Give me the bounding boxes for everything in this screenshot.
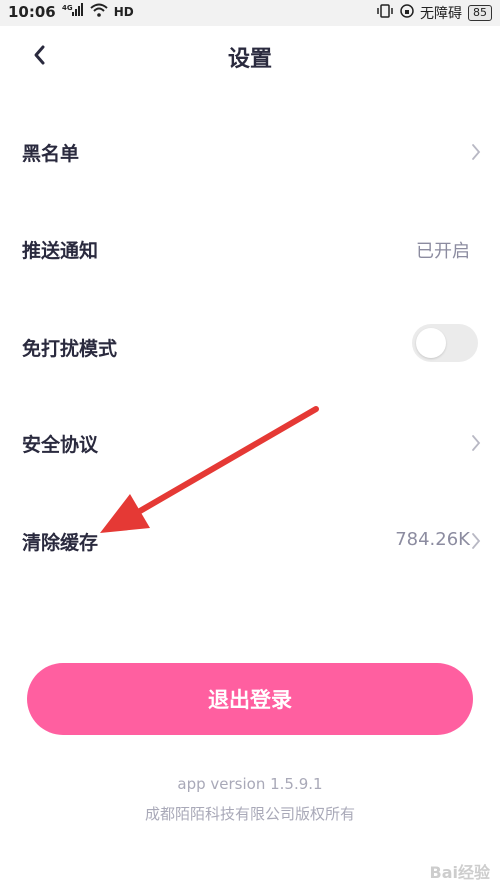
status-bar-right: 无障碍 85 <box>376 3 492 23</box>
accessibility-label: 无障碍 <box>420 6 462 22</box>
status-time: 10:06 <box>8 3 56 21</box>
wifi-icon <box>90 3 108 21</box>
page-header: 设置 <box>0 26 500 86</box>
page-title: 设置 <box>227 47 272 72</box>
copyright-text: 成都陌陌科技有限公司版权所有 <box>144 805 355 823</box>
clear-cache-label: 清除缓存 <box>22 532 99 554</box>
security-agreement-label: 安全协议 <box>22 434 99 456</box>
status-bar-left: 10:06 4G HD <box>8 3 134 21</box>
settings-row-clear-cache[interactable]: 清除缓存 784.26K <box>0 516 500 566</box>
battery-indicator: 85 <box>468 5 492 21</box>
chevron-right-icon <box>472 144 481 160</box>
signal-type-label: 4G <box>62 4 73 12</box>
toggle-knob <box>416 328 446 358</box>
settings-row-push-notification[interactable]: 推送通知 已开启 <box>0 224 500 274</box>
settings-row-do-not-disturb: 免打扰模式 <box>0 321 500 371</box>
vibrate-icon <box>376 4 394 22</box>
cache-size-value: 784.26K <box>395 529 470 550</box>
rotation-lock-icon <box>400 4 414 22</box>
hd-icon: HD <box>113 5 134 19</box>
push-notification-status: 已开启 <box>416 241 470 262</box>
push-notification-label: 推送通知 <box>22 240 99 262</box>
settings-row-blacklist[interactable]: 黑名单 <box>0 127 500 177</box>
do-not-disturb-toggle[interactable] <box>412 324 478 362</box>
chevron-right-icon <box>472 435 481 451</box>
cellular-signal-icon: 4G <box>62 3 84 21</box>
watermark-logo: Bai经验 <box>429 863 490 882</box>
do-not-disturb-label: 免打扰模式 <box>22 338 118 360</box>
settings-row-security-agreement[interactable]: 安全协议 <box>0 418 500 468</box>
status-bar: 10:06 4G HD 无障碍 85 <box>0 0 500 26</box>
logout-button[interactable]: 退出登录 <box>27 663 473 735</box>
app-version-text: app version 1.5.9.1 <box>177 775 323 793</box>
chevron-right-icon <box>472 533 481 549</box>
blacklist-label: 黑名单 <box>22 143 80 165</box>
